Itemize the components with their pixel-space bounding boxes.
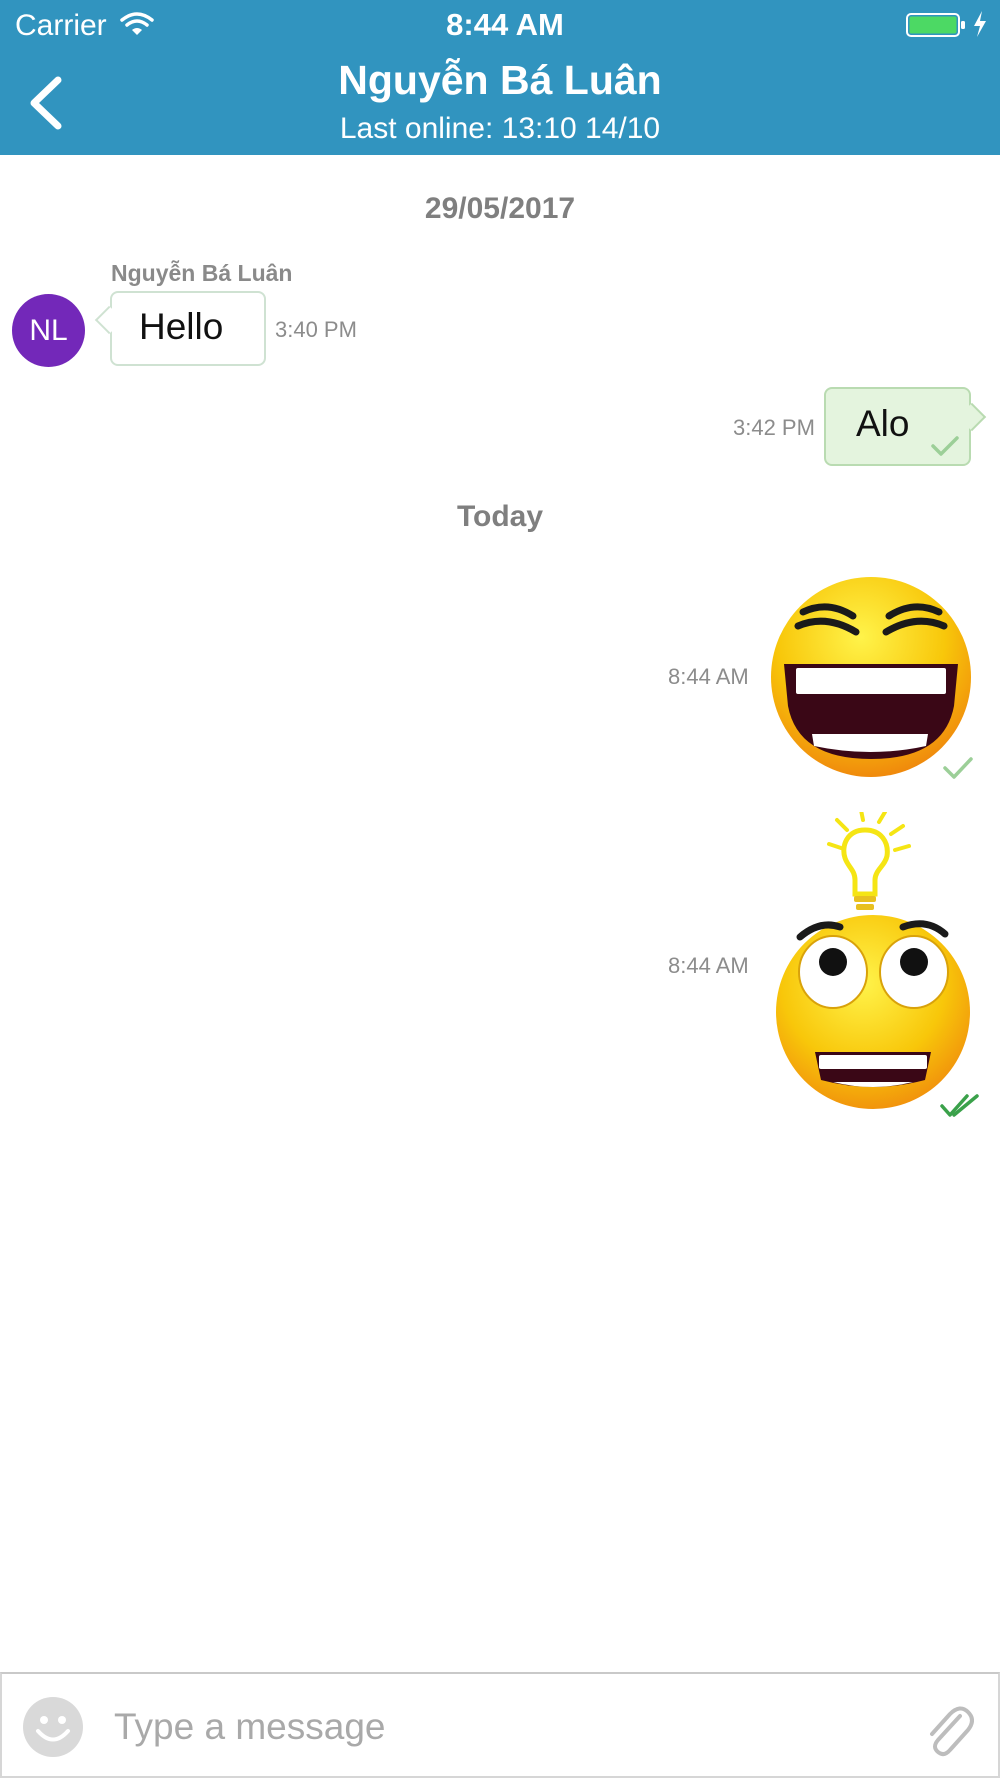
chat-header: Carrier 8:44 AM Nguyễn Bá Luân Last onli…: [0, 0, 1000, 155]
chat-title: Nguyễn Bá Luân: [338, 57, 662, 103]
avatar[interactable]: NL: [12, 294, 85, 367]
idea-face-sticker[interactable]: [775, 812, 975, 1112]
date-separator: 29/05/2017: [424, 192, 576, 225]
read-double-check-icon: [940, 1094, 979, 1117]
laughing-face-sticker[interactable]: [768, 574, 974, 780]
sent-check-icon: [943, 757, 973, 779]
message-time: 8:44 AM: [668, 953, 749, 978]
status-bar: Carrier 8:44 AM: [0, 0, 1000, 50]
status-bar-time: 8:44 AM: [446, 7, 564, 42]
incoming-message-bubble[interactable]: Hello: [94, 291, 266, 366]
smiley-icon[interactable]: [22, 1696, 84, 1758]
paperclip-icon[interactable]: [922, 1694, 974, 1760]
charging-bolt-icon: [974, 11, 986, 37]
message-text: Alo: [856, 403, 910, 444]
outgoing-message-bubble[interactable]: Alo: [824, 387, 987, 466]
date-separator: Today: [456, 500, 544, 533]
battery-icon: [906, 13, 965, 37]
bubble-tail: [957, 402, 987, 432]
sent-check-icon: [931, 436, 959, 456]
bubble-tail: [94, 305, 124, 335]
message-time: 3:42 PM: [733, 415, 815, 440]
message-input[interactable]: [114, 1694, 904, 1760]
message-time: 3:40 PM: [275, 317, 357, 342]
message-time: 8:44 AM: [668, 664, 749, 689]
last-online-status: Last online: 13:10 14/10: [339, 112, 661, 145]
message-text: Hello: [139, 306, 224, 347]
message-composer: [0, 1672, 1000, 1778]
sender-name: Nguyễn Bá Luân: [111, 260, 293, 286]
